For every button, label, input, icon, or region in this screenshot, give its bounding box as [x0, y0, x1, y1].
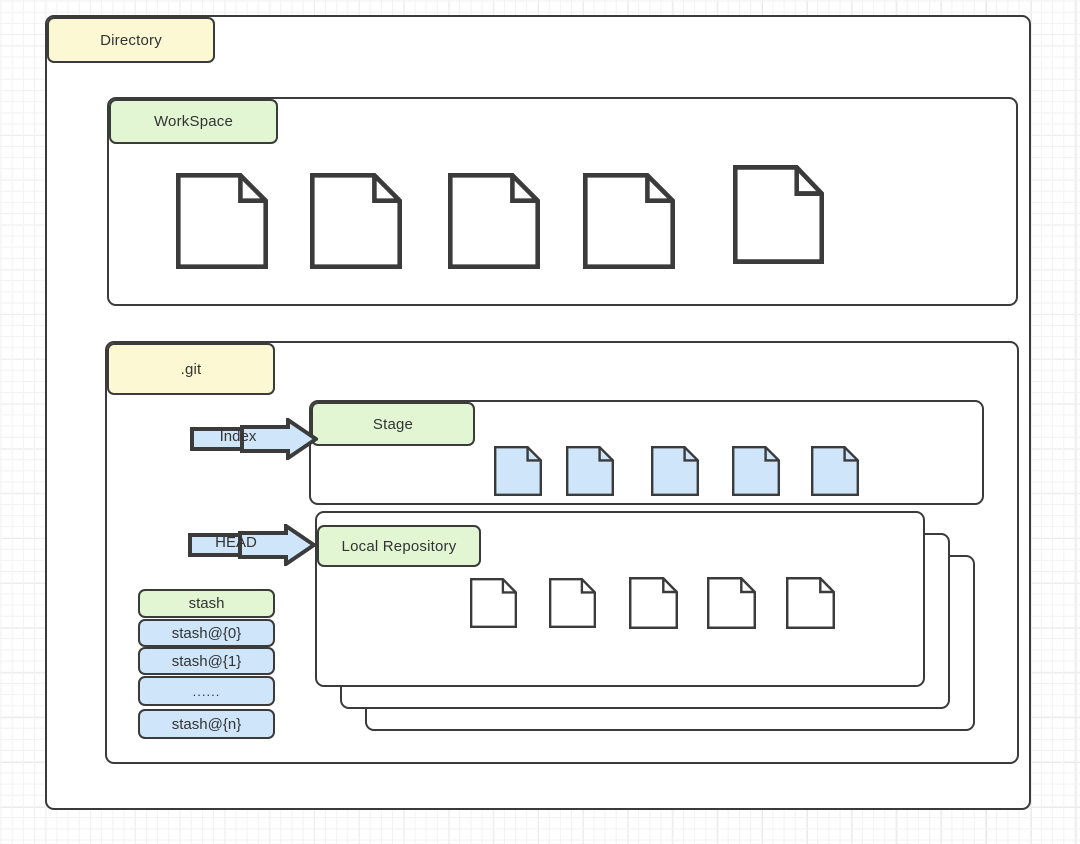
file-document-icon [176, 173, 268, 269]
file-document-icon [310, 173, 402, 269]
diagram-canvas: Directory WorkSpace [0, 0, 1080, 844]
file-document-icon [732, 446, 780, 496]
file-document-icon [733, 165, 824, 264]
directory-label: Directory [47, 17, 215, 63]
index-arrow-label: Index [193, 428, 283, 445]
file-document-icon [494, 446, 542, 496]
local-repository-label: Local Repository [317, 525, 481, 567]
file-document-icon [707, 577, 756, 629]
stash-entry-1[interactable]: stash@{1} [138, 647, 275, 675]
stash-entry-label: stash@{0} [172, 625, 241, 642]
head-arrow-label-text: HEAD [215, 534, 257, 551]
file-document-icon [549, 578, 596, 628]
stash-entry-label: ...... [193, 684, 221, 699]
file-document-icon [811, 446, 859, 496]
workspace-label: WorkSpace [109, 99, 278, 144]
stash-entry-label: stash@{n} [172, 716, 241, 733]
stash-entry-n[interactable]: stash@{n} [138, 709, 275, 739]
git-label: .git [107, 343, 275, 395]
file-document-icon [470, 578, 517, 628]
git-label-text: .git [181, 361, 202, 378]
file-document-icon [629, 577, 678, 629]
file-document-icon [566, 446, 614, 496]
directory-label-text: Directory [100, 32, 162, 49]
local-repository-label-text: Local Repository [342, 538, 457, 555]
stash-entry-label: stash@{1} [172, 653, 241, 670]
file-document-icon [651, 446, 699, 496]
stage-label: Stage [311, 402, 475, 446]
stash-label: stash [138, 589, 275, 618]
stash-label-text: stash [189, 595, 225, 612]
workspace-label-text: WorkSpace [154, 113, 233, 130]
stash-entry-ellipsis: ...... [138, 676, 275, 706]
stash-entry-0[interactable]: stash@{0} [138, 619, 275, 647]
file-document-icon [786, 577, 835, 629]
file-document-icon [448, 173, 540, 269]
stage-label-text: Stage [373, 416, 413, 433]
index-arrow-label-text: Index [220, 428, 257, 445]
file-document-icon [583, 173, 675, 269]
head-arrow-label: HEAD [190, 534, 282, 551]
